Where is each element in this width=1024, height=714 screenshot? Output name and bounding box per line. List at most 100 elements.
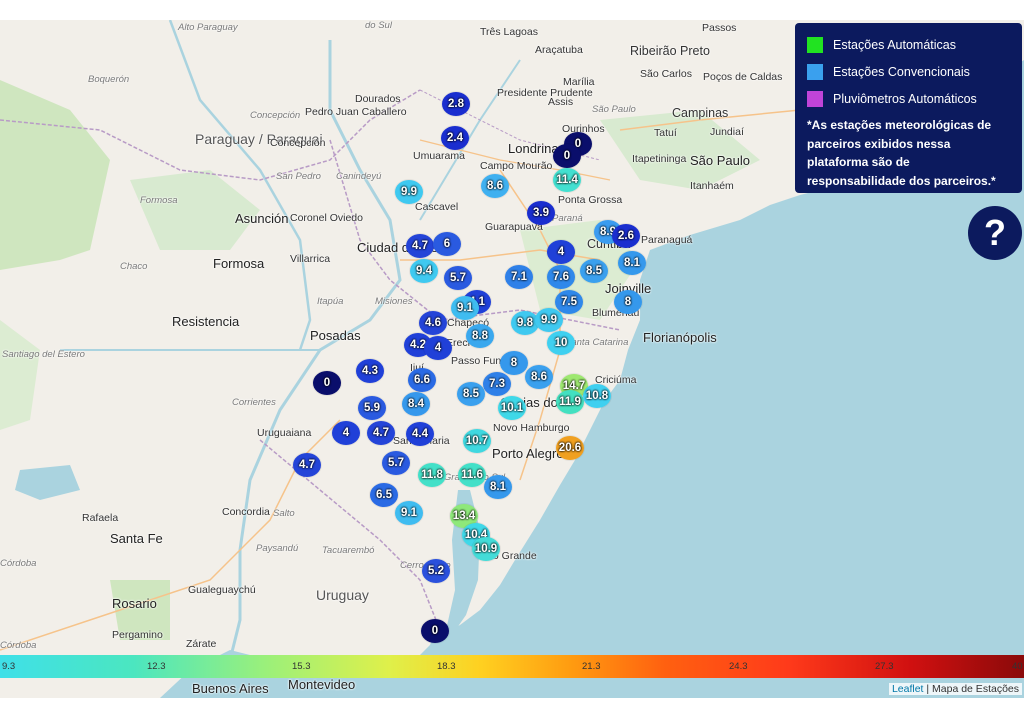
colorbar-tick-label: 12.3 (147, 661, 166, 672)
help-button[interactable]: ? (968, 206, 1022, 260)
place-label: Paranaguá (641, 234, 693, 246)
station-marker[interactable]: 4.6 (419, 311, 447, 335)
station-marker[interactable]: 10.7 (463, 429, 491, 453)
station-marker[interactable]: 11.8 (418, 463, 446, 487)
place-label: Alto Paraguay (178, 22, 238, 33)
station-marker[interactable]: 8.5 (580, 259, 608, 283)
station-marker[interactable]: 5.7 (382, 451, 410, 475)
place-label: Boquerón (88, 74, 130, 85)
station-marker[interactable]: 9.1 (395, 501, 423, 525)
station-marker[interactable]: 10.9 (472, 537, 500, 561)
station-marker[interactable]: 5.9 (358, 396, 386, 420)
station-marker[interactable]: 10 (547, 331, 575, 355)
station-marker[interactable]: 8.6 (525, 365, 553, 389)
station-marker[interactable]: 7.3 (483, 372, 511, 396)
place-label: Asunción (235, 211, 289, 226)
place-label: Santa Fe (110, 531, 163, 546)
place-label: Villarrica (290, 253, 331, 265)
station-marker[interactable]: 4 (424, 336, 452, 360)
station-marker[interactable]: 0 (553, 144, 581, 168)
place-label: Ponta Grossa (558, 194, 623, 206)
station-marker[interactable]: 11.9 (556, 390, 584, 414)
attribution-separator: | (923, 683, 933, 695)
place-label: Passos (702, 22, 737, 34)
station-marker[interactable]: 0 (313, 371, 341, 395)
attribution-text: Mapa de Estações (932, 683, 1019, 695)
legend-item-conventional[interactable]: Estações Convencionais (807, 58, 1010, 85)
station-marker[interactable]: 9.9 (535, 308, 563, 332)
station-marker[interactable]: 10.8 (583, 384, 611, 408)
place-label: Dourados (355, 93, 401, 105)
place-label: Cascavel (415, 201, 459, 213)
legend-item-automatic[interactable]: Estações Automáticas (807, 31, 1010, 58)
place-label: San Pedro (276, 171, 321, 182)
place-label: Misiones (375, 296, 413, 307)
place-label: Tacuarembó (322, 545, 375, 556)
station-marker[interactable]: 0 (421, 619, 449, 643)
station-marker[interactable]: 6 (433, 232, 461, 256)
station-marker[interactable]: 9.1 (451, 296, 479, 320)
station-marker[interactable]: 2.6 (612, 224, 640, 248)
station-marker[interactable]: 8 (500, 351, 528, 375)
station-marker[interactable]: 4.7 (293, 453, 321, 477)
station-marker[interactable]: 6.5 (370, 483, 398, 507)
colorbar-tick-label: 27.3 (875, 661, 894, 672)
station-marker[interactable]: 8.4 (402, 392, 430, 416)
station-marker[interactable]: 4.7 (406, 234, 434, 258)
place-label: do Sul (365, 20, 392, 31)
station-marker[interactable]: 9.4 (410, 259, 438, 283)
station-type-legend: Estações Automáticas Estações Convencion… (795, 23, 1022, 193)
rain-gauge-swatch (807, 90, 823, 107)
station-marker[interactable]: 8.8 (466, 324, 494, 348)
legend-item-rain-gauge[interactable]: Pluviômetros Automáticos (807, 85, 1010, 112)
station-marker[interactable]: 4 (332, 421, 360, 445)
place-label: Jundiaí (710, 126, 744, 138)
place-label: Resistencia (172, 314, 240, 329)
station-marker[interactable]: 7.1 (505, 265, 533, 289)
station-marker[interactable]: 5.7 (444, 266, 472, 290)
colorbar-tick-label: 21.3 (582, 661, 601, 672)
place-label: Itapetininga (632, 153, 687, 165)
place-label: Corrientes (232, 397, 276, 408)
colorbar-tick-label: 9.3 (2, 661, 16, 672)
station-marker[interactable]: 4.3 (356, 359, 384, 383)
station-marker[interactable]: 6.6 (408, 368, 436, 392)
station-marker[interactable]: 4.7 (367, 421, 395, 445)
station-marker[interactable]: 10.1 (498, 396, 526, 420)
station-marker[interactable]: 4 (547, 240, 575, 264)
place-label: Canindeyú (336, 171, 382, 182)
place-label: Uruguaiana (257, 427, 312, 439)
station-marker[interactable]: 9.9 (395, 180, 423, 204)
colorbar-tick-label: 40 (1012, 661, 1023, 672)
station-marker[interactable]: 4.4 (406, 422, 434, 446)
place-label: Pergamino (112, 629, 163, 641)
station-marker[interactable]: 8 (614, 290, 642, 314)
station-marker[interactable]: 8.1 (484, 475, 512, 499)
conventional-swatch (807, 63, 823, 80)
place-label: Novo Hamburgo (493, 422, 570, 434)
place-label: Montevideo (288, 677, 356, 692)
station-marker[interactable]: 5.2 (422, 559, 450, 583)
station-marker[interactable]: 11.6 (458, 463, 486, 487)
legend-label: Estações Automáticas (833, 37, 956, 52)
station-marker[interactable]: 8.6 (481, 174, 509, 198)
station-marker[interactable]: 8.1 (618, 251, 646, 275)
legend-label: Estações Convencionais (833, 64, 970, 79)
place-label: Campo Mourão (480, 160, 553, 172)
place-label: Chaco (120, 261, 148, 272)
place-label: Rafaela (82, 512, 119, 524)
station-marker[interactable]: 2.4 (441, 126, 469, 150)
place-label: São Paulo (690, 153, 750, 168)
station-marker[interactable]: 11.4 (553, 168, 581, 192)
place-label: Presidente Prudente (497, 87, 593, 99)
station-marker[interactable]: 3.9 (527, 201, 555, 225)
station-marker[interactable]: 20.6 (556, 436, 584, 460)
leaflet-link[interactable]: Leaflet (892, 683, 924, 695)
place-label: Córdoba (0, 640, 37, 651)
station-marker[interactable]: 7.6 (547, 265, 575, 289)
station-marker[interactable]: 7.5 (555, 290, 583, 314)
station-marker[interactable]: 2.8 (442, 92, 470, 116)
place-label: Concepción (270, 137, 326, 149)
station-marker[interactable]: 8.5 (457, 382, 485, 406)
place-label: Concepción (250, 110, 301, 121)
